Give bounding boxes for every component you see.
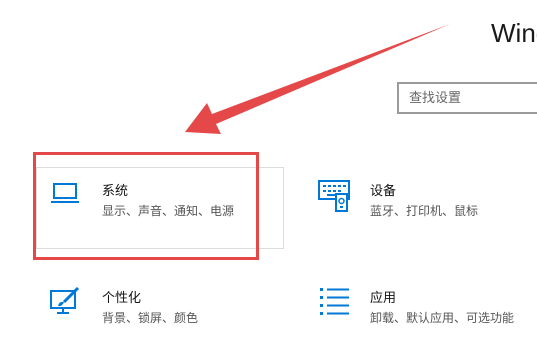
paint-brush-icon <box>50 287 80 314</box>
tile-personalization-desc: 背景、锁屏、颜色 <box>102 311 199 325</box>
apps-list-icon <box>320 288 349 315</box>
keyboard-device-icon <box>318 180 350 212</box>
tile-apps-name: 应用 <box>370 291 397 306</box>
tile-devices-desc: 蓝牙、打印机、鼠标 <box>370 204 479 218</box>
tile-apps-desc: 卸载、默认应用、可选功能 <box>370 311 515 325</box>
tile-devices[interactable]: 设备 蓝牙、打印机、鼠标 <box>318 180 533 230</box>
tile-personalization[interactable]: 个性化 背景、锁屏、颜色 <box>50 287 280 337</box>
tile-devices-name: 设备 <box>370 184 397 199</box>
annotation-highlight-box <box>33 152 259 260</box>
tile-personalization-name: 个性化 <box>102 291 142 306</box>
tile-apps[interactable]: 应用 卸载、默认应用、可选功能 <box>318 287 533 337</box>
